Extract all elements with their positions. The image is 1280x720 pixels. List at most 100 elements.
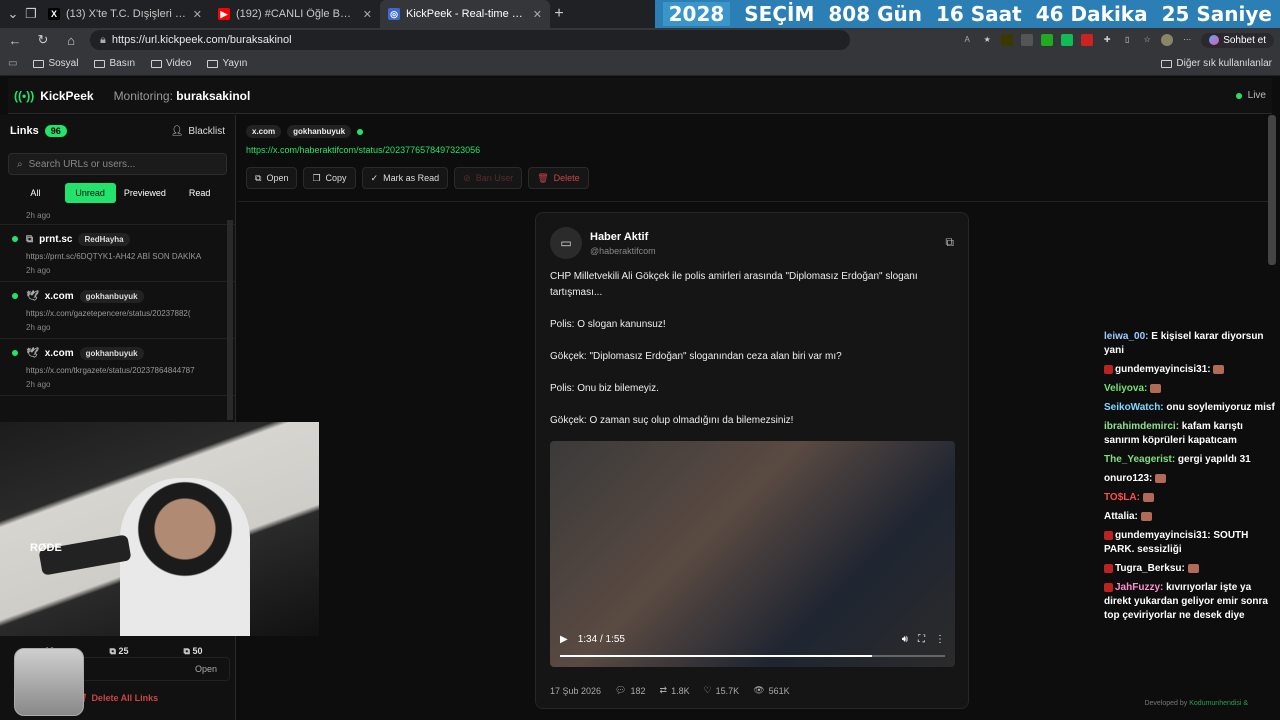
decorative-jar	[14, 648, 84, 716]
item-time: 2h ago	[26, 323, 51, 332]
unread-dot-icon	[12, 293, 18, 299]
item-domain: prnt.sc	[39, 234, 73, 245]
copilot-chat-button[interactable]: Sohbet et	[1201, 32, 1274, 48]
bookmark-folder[interactable]: Sosyal	[33, 58, 78, 69]
translate-icon[interactable]: A	[961, 34, 973, 46]
main-scrollbar[interactable]	[1268, 115, 1276, 265]
chat-message: The_Yeagerist: gergi yapıldı 31	[1104, 453, 1276, 467]
browser-tab-3[interactable]: ◎ KickPeek - Real-time URL Cra ✕	[380, 0, 550, 28]
bookmark-label: Diğer sık kullanılanlar	[1176, 58, 1272, 69]
video-progress-fill	[560, 655, 872, 657]
other-bookmarks[interactable]: Diğer sık kullanılanlar	[1161, 58, 1272, 69]
external-link-icon: ⧉	[255, 172, 262, 183]
limit-50-button[interactable]: ⧉ 50	[184, 646, 203, 657]
subscriber-badge-icon	[1104, 530, 1113, 540]
list-item[interactable]: 🕊︎ x.com gokhanbuyuk https://x.com/tkrga…	[0, 339, 235, 396]
check-icon: ✓	[370, 172, 379, 183]
home-icon[interactable]: ⌂	[62, 33, 80, 48]
chat-message: gundemyayincisi31:	[1104, 363, 1276, 377]
copy-button[interactable]: ❐ Copy	[303, 167, 356, 189]
volume-icon[interactable]: 🔊︎	[902, 634, 908, 645]
external-link-icon[interactable]: ⧉	[945, 235, 954, 250]
chat-message: Tugra_Berksu:	[1104, 562, 1276, 576]
new-tab-icon[interactable]: +	[550, 5, 568, 23]
ban-user-button[interactable]: ⊘ Ban User	[454, 167, 523, 189]
item-url: https://x.com/gazetepencere/status/20237…	[26, 309, 191, 318]
extension-icon[interactable]	[1001, 34, 1014, 46]
tab-title: KickPeek - Real-time URL Cra	[406, 8, 527, 20]
delete-label: Delete	[553, 173, 580, 183]
more-icon[interactable]: ⋯	[1181, 34, 1193, 46]
chat-text: onu soylemiyoruz misf	[1163, 402, 1275, 413]
workspaces-icon[interactable]: ❐	[22, 6, 40, 22]
filter-unread[interactable]: Unread	[64, 183, 116, 203]
stream-chat-overlay: leiwa_00: E kişisel karar diyorsun yani g…	[1104, 330, 1276, 628]
browser-tab-1[interactable]: X (13) X'te T.C. Dışişleri Bakanlığı "Sa…	[40, 0, 210, 28]
browser-tab-2[interactable]: ▶ (192) #CANLI Öğle Bülteni | Can C ✕	[210, 0, 380, 28]
dev-prefix: Developed by	[1144, 700, 1188, 707]
fullscreen-icon[interactable]: ⛶	[918, 634, 925, 645]
item-domain: x.com	[44, 291, 74, 302]
list-item[interactable]: ⧉ prnt.sc RedHayha https://prnt.sc/6DQTY…	[0, 225, 235, 282]
limit-25-button[interactable]: ⧉ 25	[110, 646, 129, 657]
webcam-overlay: RØDE	[0, 422, 319, 636]
likes-count: 15.7K	[715, 685, 740, 696]
sidebar-scrollbar[interactable]	[227, 220, 233, 420]
tweet-card: ▭ Haber Aktif @haberaktifcom ⧉ CHP Mille…	[535, 212, 969, 709]
filter-all[interactable]: All	[10, 183, 61, 203]
close-icon[interactable]: ✕	[533, 8, 542, 21]
bookmark-folder[interactable]: Video	[151, 58, 191, 69]
emote-icon	[1142, 492, 1154, 502]
item-url: https://prnt.sc/6DQTYK1-AH42 ABİ SON DAK…	[26, 252, 202, 261]
item-user-tag: gokhanbuyuk	[79, 347, 144, 360]
sidebar-header: Links 96 👤︎ Blacklist	[0, 115, 235, 147]
folder-icon	[207, 59, 219, 68]
filter-read[interactable]: Read	[174, 183, 225, 203]
open-button[interactable]: ⧉ Open	[246, 167, 298, 189]
tweet-paragraph: Polis: Onu biz bilemeyiz.	[550, 383, 659, 394]
puzzle-icon[interactable]: ✚	[1101, 34, 1113, 46]
bookmark-folder[interactable]: Yayın	[207, 58, 247, 69]
open-label[interactable]: Open	[195, 664, 217, 674]
address-bar[interactable]: 🔒︎ https://url.kickpeek.com/buraksakinol	[90, 30, 850, 50]
video-progress-bar[interactable]	[560, 655, 945, 657]
extension-icon[interactable]	[1021, 34, 1034, 46]
detail-tags: x.com gokhanbuyuk	[246, 125, 364, 138]
search-input[interactable]: ⌕ Search URLs or users...	[8, 153, 227, 175]
close-icon[interactable]: ✕	[193, 8, 202, 21]
views-stat: 👁︎ 561K	[753, 685, 789, 696]
tweet-author[interactable]: ▭ Haber Aktif @haberaktifcom	[550, 227, 656, 259]
close-icon[interactable]: ✕	[363, 8, 372, 21]
list-item[interactable]: 🕊︎ x.com gokhanbuyuk https://x.com/gazet…	[0, 282, 235, 339]
star-icon[interactable]: ★	[981, 34, 993, 46]
reading-icon[interactable]: ▭	[8, 58, 17, 69]
profile-avatar[interactable]	[1161, 34, 1174, 46]
delete-button[interactable]: 🗑︎ Delete	[528, 167, 589, 189]
extension-icon[interactable]	[1061, 34, 1074, 46]
extension-icon[interactable]	[1041, 34, 1054, 46]
delete-all-button[interactable]: 🗑︎Delete All Links	[70, 688, 230, 708]
video-player[interactable]: ▶ 1:34 / 1:55 🔊︎ ⛶ ⋮	[550, 441, 955, 667]
user-icon: 👤︎	[170, 125, 184, 137]
election-countdown-overlay: 2028 SEÇİM 808 Gün 16 Saat 46 Dakika 25 …	[654, 0, 1280, 28]
play-icon[interactable]: ▶	[560, 634, 568, 645]
filter-tabs: All Unread Previewed Read	[0, 175, 235, 211]
url-text: https://url.kickpeek.com/buraksakinol	[111, 34, 292, 46]
action-buttons: ⧉ Open ❐ Copy ✓ Mark as Read ⊘ Ban User 🗑︎ De…	[246, 167, 589, 189]
open-input-row[interactable]: Open	[80, 657, 230, 681]
favorites-icon[interactable]: ☆	[1141, 34, 1153, 46]
tab-list-icon[interactable]: ⌄	[4, 6, 22, 22]
eye-icon: 👁︎	[753, 685, 765, 695]
back-icon[interactable]: ←	[6, 33, 24, 48]
bookmark-folder[interactable]: Basın	[94, 58, 135, 69]
blacklist-button[interactable]: 👤︎ Blacklist	[171, 126, 225, 137]
mark-read-button[interactable]: ✓ Mark as Read	[361, 167, 449, 189]
split-screen-icon[interactable]: ▯	[1121, 34, 1133, 46]
detail-link[interactable]: https://x.com/haberaktifcom/status/20237…	[246, 145, 480, 155]
twitter-bird-icon: 🕊︎	[26, 291, 39, 302]
extension-icon[interactable]	[1081, 34, 1094, 46]
refresh-icon[interactable]: ↻	[34, 32, 52, 48]
limit-value: 25	[118, 645, 129, 656]
filter-previewed[interactable]: Previewed	[120, 183, 171, 203]
more-vertical-icon[interactable]: ⋮	[935, 634, 945, 645]
